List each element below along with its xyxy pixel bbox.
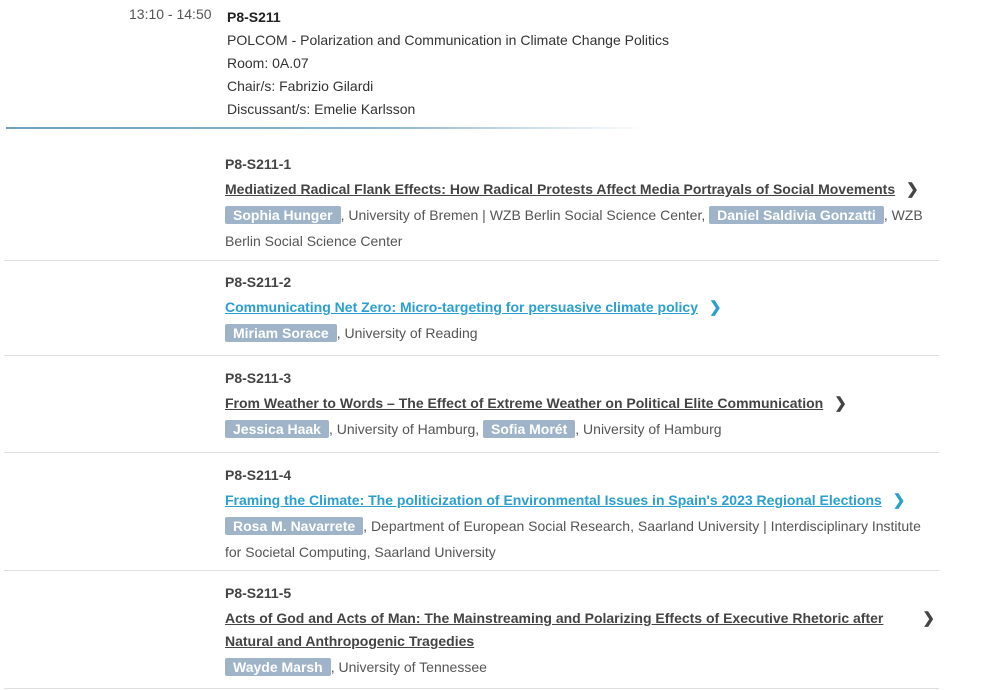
chevron-right-icon[interactable]: ❯ [893,489,906,512]
paper-content: P8-S211-4 Framing the Climate: The polit… [225,454,935,565]
author-badge[interactable]: Miriam Sorace [225,324,337,342]
paper-item: P8-S211-5 Acts of God and Acts of Man: T… [4,572,939,689]
paper-content: P8-S211-3 From Weather to Words – The Ef… [225,357,935,442]
session-code: P8-S211 [227,9,281,25]
session-chair: Chair/s: Fabrizio Gilardi [227,78,374,94]
paper-title-link[interactable]: Acts of God and Acts of Man: The Mainstr… [225,607,914,653]
paper-content: P8-S211-1 Mediatized Radical Flank Effec… [225,143,935,254]
chevron-right-icon[interactable]: ❯ [922,607,935,630]
paper-authors: Sophia Hunger, University of Bremen | WZ… [225,202,935,254]
author-badge[interactable]: Rosa M. Navarrete [225,517,364,535]
author-badge[interactable]: Jessica Haak [225,420,329,438]
paper-title-link[interactable]: Mediatized Radical Flank Effects: How Ra… [225,178,895,201]
paper-title-row: Acts of God and Acts of Man: The Mainstr… [225,607,935,653]
author-affiliation: , University of Bremen | WZB Berlin Soci… [340,207,710,223]
author-badge[interactable]: Sofia Morét [483,420,576,438]
paper-item: P8-S211-1 Mediatized Radical Flank Effec… [4,143,939,261]
chevron-right-icon[interactable]: ❯ [709,296,722,319]
session-info: P8-S211 POLCOM - Polarization and Commun… [227,6,669,121]
paper-code: P8-S211-5 [225,585,292,601]
paper-authors: Jessica Haak, University of Hamburg, Sof… [225,416,935,442]
paper-title-link[interactable]: Communicating Net Zero: Micro-targeting … [225,296,698,319]
paper-title-row: Mediatized Radical Flank Effects: How Ra… [225,178,935,201]
chevron-right-icon[interactable]: ❯ [906,178,919,201]
author-badge[interactable]: Sophia Hunger [225,206,341,224]
paper-code: P8-S211-4 [225,467,292,483]
paper-title-link[interactable]: Framing the Climate: The politicization … [225,489,882,512]
paper-item: P8-S211-3 From Weather to Words – The Ef… [4,357,939,453]
author-affiliation: , University of Reading [336,325,478,341]
author-badge[interactable]: Daniel Saldivia Gonzatti [709,206,884,224]
chevron-right-icon[interactable]: ❯ [834,392,847,415]
paper-content: P8-S211-5 Acts of God and Acts of Man: T… [225,572,935,680]
session-discussant: Discussant/s: Emelie Karlsson [227,101,416,117]
paper-authors: Rosa M. Navarrete, Department of Europea… [225,513,935,565]
paper-content: P8-S211-2 Communicating Net Zero: Micro-… [225,261,935,346]
author-affiliation: , University of Tennessee [330,659,487,675]
paper-code: P8-S211-3 [225,370,292,386]
paper-authors: Wayde Marsh, University of Tennessee [225,654,935,680]
paper-title-row: From Weather to Words – The Effect of Ex… [225,392,935,415]
session-title: POLCOM - Polarization and Communication … [227,32,669,48]
paper-code: P8-S211-2 [225,274,292,290]
session-room: Room: 0A.07 [227,55,309,71]
paper-title-link[interactable]: From Weather to Words – The Effect of Ex… [225,392,823,415]
session-divider [6,127,646,129]
paper-code: P8-S211-1 [225,156,292,172]
author-badge[interactable]: Wayde Marsh [225,658,331,676]
session-header: 13:10 - 14:50 P8-S211 POLCOM - Polarizat… [0,0,1000,130]
paper-title-row: Framing the Climate: The politicization … [225,489,935,512]
paper-item: P8-S211-4 Framing the Climate: The polit… [4,454,939,571]
author-affiliation: , University of Hamburg [575,421,722,437]
paper-authors: Miriam Sorace, University of Reading [225,320,935,346]
paper-title-row: Communicating Net Zero: Micro-targeting … [225,296,935,319]
paper-item: P8-S211-2 Communicating Net Zero: Micro-… [4,261,939,356]
session-time: 13:10 - 14:50 [129,6,212,22]
author-affiliation: , University of Hamburg, [328,421,484,437]
